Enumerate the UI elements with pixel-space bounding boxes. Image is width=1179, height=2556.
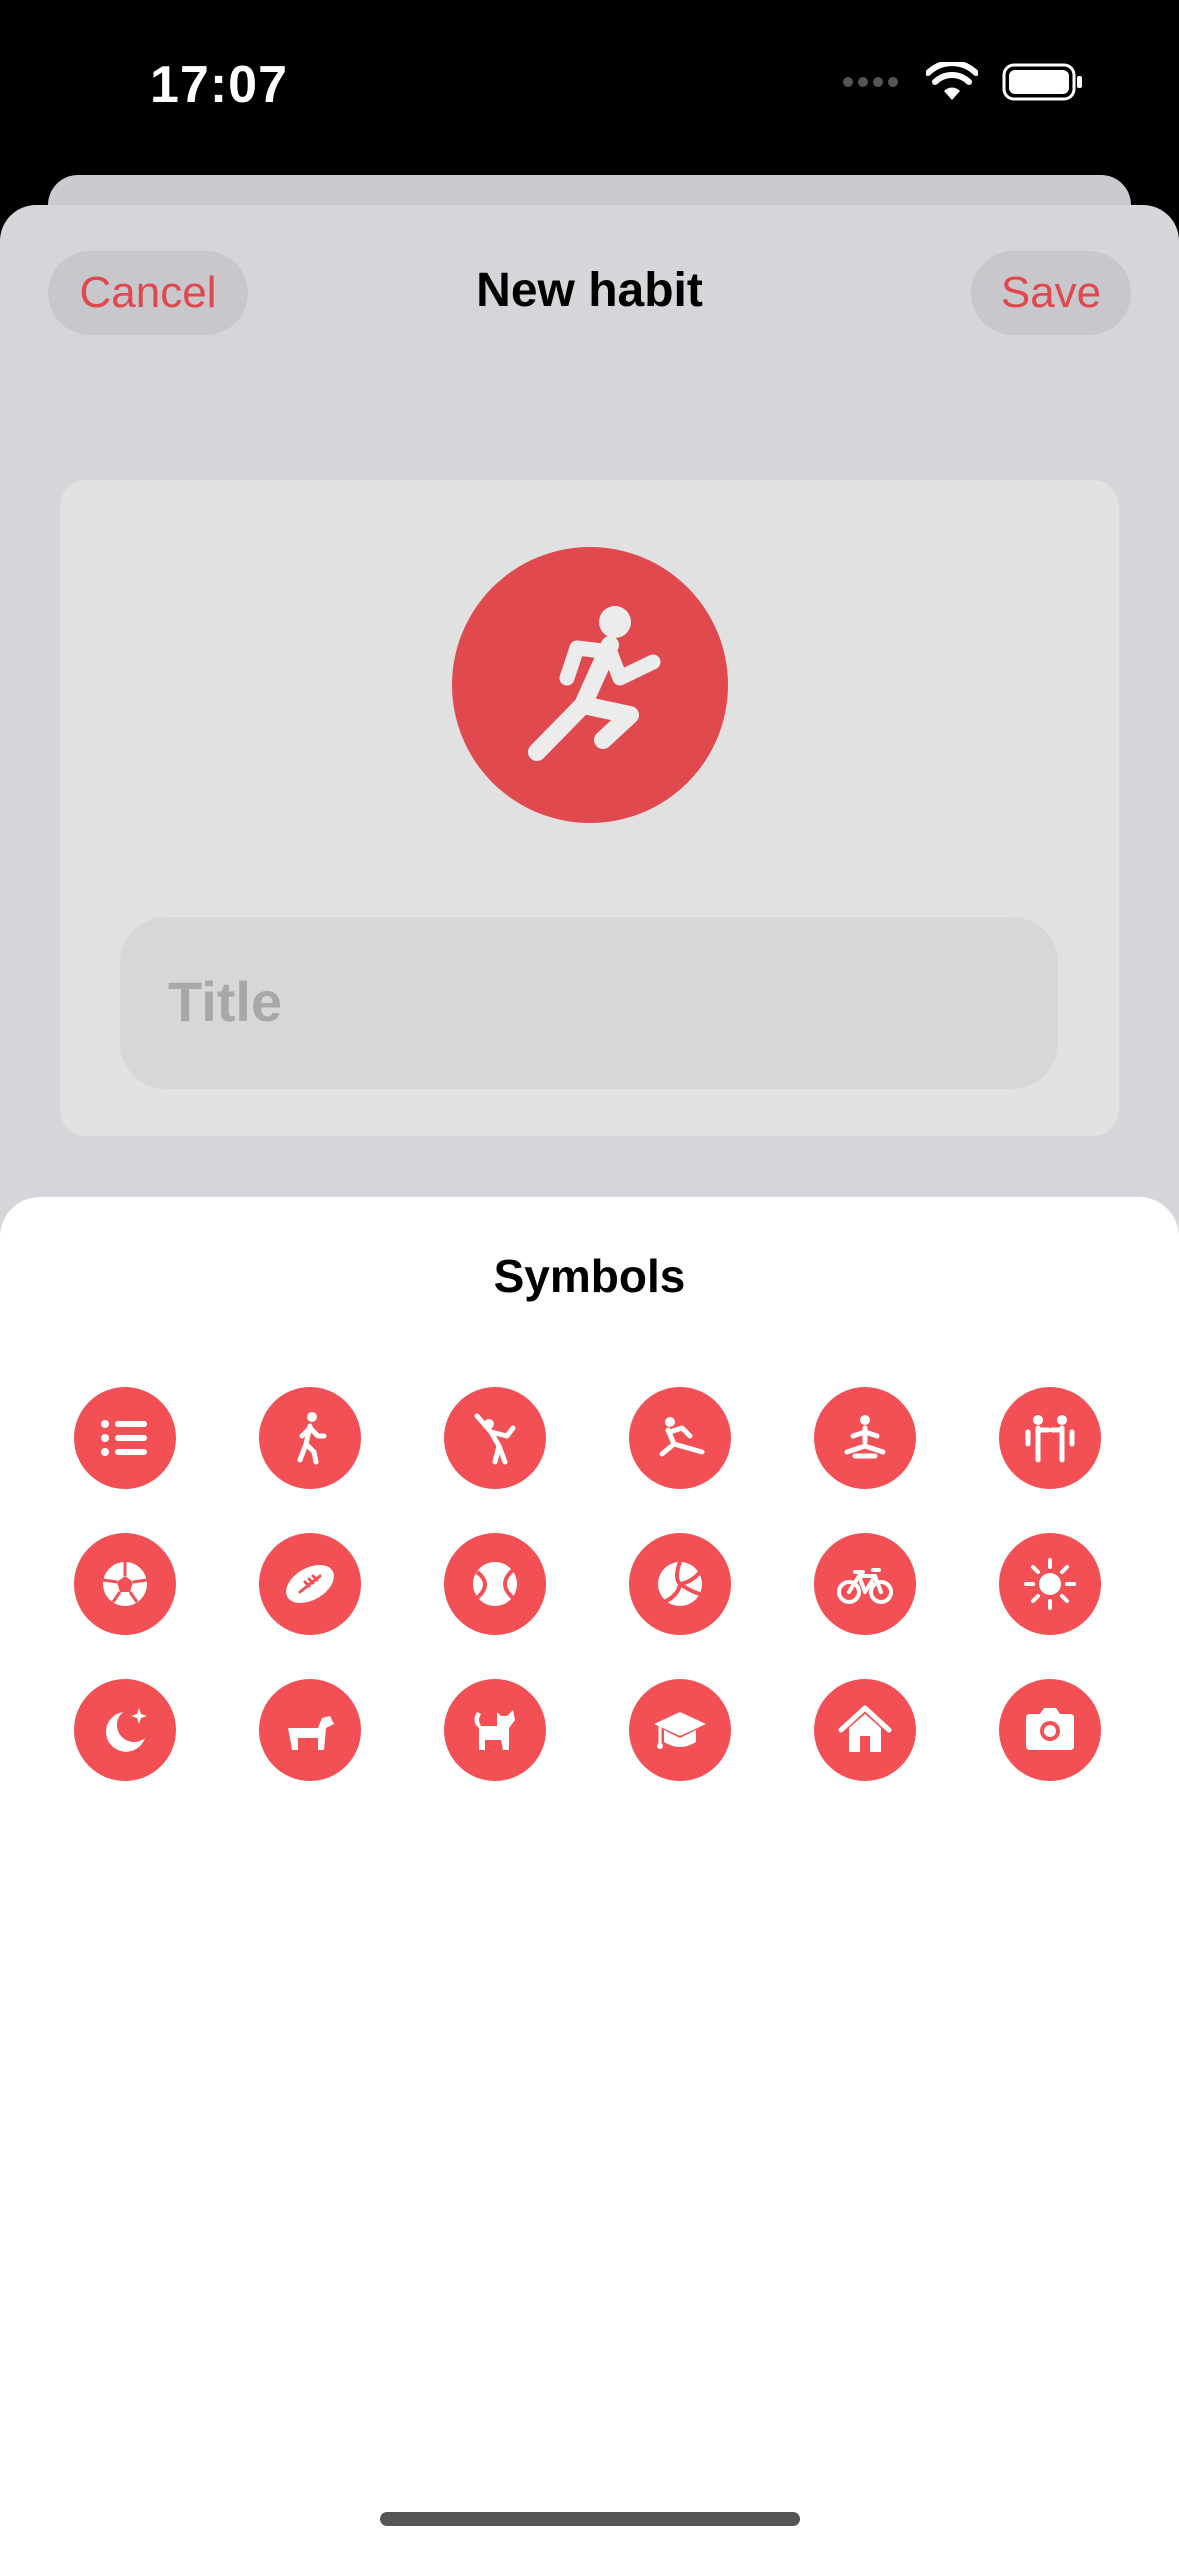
symbol-moon[interactable] <box>74 1679 176 1781</box>
stretching-figure-icon <box>474 1413 516 1465</box>
list-icon <box>101 1420 147 1456</box>
symbol-meditation[interactable] <box>814 1387 916 1489</box>
moon-stars-icon <box>105 1708 147 1752</box>
symbol-house[interactable] <box>814 1679 916 1781</box>
symbol-stretching[interactable] <box>444 1387 546 1489</box>
new-habit-sheet: Cancel New habit Save Title <box>0 205 1179 1305</box>
selected-symbol-button[interactable] <box>452 547 728 823</box>
symbol-camera[interactable] <box>999 1679 1101 1781</box>
title-input[interactable]: Title <box>120 917 1058 1089</box>
yoga-stretch-icon <box>659 1417 705 1457</box>
symbol-list[interactable] <box>74 1387 176 1489</box>
cellular-icon <box>843 77 898 87</box>
two-people-icon <box>1025 1415 1075 1463</box>
symbol-sun[interactable] <box>999 1533 1101 1635</box>
title-placeholder: Title <box>168 970 283 1033</box>
sun-icon <box>1024 1558 1076 1610</box>
status-icons <box>842 62 1084 102</box>
volleyball-icon <box>658 1561 702 1606</box>
running-figure-icon <box>528 606 661 761</box>
house-icon <box>838 1705 892 1752</box>
home-indicator <box>380 2512 800 2526</box>
meditation-icon <box>844 1415 886 1459</box>
symbol-tennis[interactable] <box>444 1533 546 1635</box>
cat-icon <box>474 1710 515 1750</box>
status-time: 17:07 <box>150 56 288 114</box>
habit-form-card: Title <box>60 480 1119 1136</box>
bicycle-icon <box>837 1568 893 1604</box>
symbol-picker-sheet: Symbols <box>0 1197 1179 2556</box>
symbol-grid <box>74 1387 1101 1781</box>
symbol-walking[interactable] <box>259 1387 361 1489</box>
walking-figure-icon <box>297 1412 327 1465</box>
symbol-cat[interactable] <box>444 1679 546 1781</box>
dog-icon <box>288 1716 334 1750</box>
wifi-icon <box>926 62 978 100</box>
tennis-ball-icon <box>473 1562 517 1606</box>
camera-icon <box>1026 1708 1074 1750</box>
football-icon <box>286 1565 334 1603</box>
symbol-football[interactable] <box>259 1533 361 1635</box>
symbol-soccer[interactable] <box>74 1533 176 1635</box>
symbol-yoga-stretch[interactable] <box>629 1387 731 1489</box>
symbol-dog[interactable] <box>259 1679 361 1781</box>
battery-icon <box>1002 63 1082 101</box>
symbol-volleyball[interactable] <box>629 1533 731 1635</box>
soccer-ball-icon <box>102 1562 148 1606</box>
graduation-cap-icon <box>654 1712 706 1749</box>
picker-title: Symbols <box>493 1250 686 1302</box>
symbol-two-people[interactable] <box>999 1387 1101 1489</box>
save-button[interactable]: Save <box>971 251 1131 335</box>
symbol-bicycle[interactable] <box>814 1533 916 1635</box>
symbol-graduation[interactable] <box>629 1679 731 1781</box>
status-bar: 17:07 <box>0 0 1179 175</box>
